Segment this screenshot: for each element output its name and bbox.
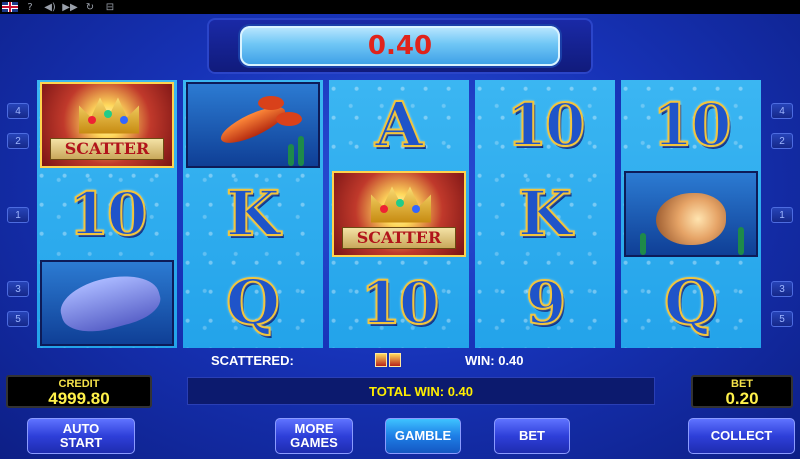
scattered-label: SCATTERED: — [211, 353, 294, 368]
scatter-symbol: SCATTER — [40, 81, 174, 168]
auto-start-button[interactable]: AUTO START — [27, 418, 135, 454]
reel-5: 10 Q — [621, 80, 761, 348]
bet-button[interactable]: BET — [494, 418, 570, 454]
bet-meter-value: 0.20 — [725, 389, 759, 408]
fast-play-button[interactable]: ▶▶ — [60, 0, 80, 14]
seaweed-icon — [298, 135, 304, 166]
reel-symbol: K — [183, 169, 323, 258]
reel-1: SCATTER 10 — [37, 80, 177, 348]
scatter-label: SCATTER — [342, 226, 456, 249]
shell-symbol — [624, 170, 758, 257]
reel-symbol: 10 — [475, 80, 615, 169]
line-marker-left: 1 — [7, 207, 29, 223]
lobster-symbol — [186, 81, 320, 168]
dolphin-symbol — [40, 259, 174, 346]
symbol-letter: A — [374, 87, 424, 161]
exit-button[interactable]: ⊟ — [100, 0, 120, 14]
refresh-button[interactable]: ↻ — [80, 0, 100, 14]
total-win-bar: TOTAL WIN: 0.40 — [187, 377, 655, 405]
gem-icon — [120, 115, 128, 124]
reel-symbol: 9 — [475, 258, 615, 347]
reel-symbol — [37, 258, 177, 347]
collect-button[interactable]: COLLECT — [688, 418, 795, 454]
bet-label: BET — [519, 428, 545, 443]
seaweed-icon — [738, 226, 744, 255]
symbol-number: 10 — [652, 90, 733, 159]
bet-meter: BET 0.20 — [691, 375, 793, 408]
symbol-number: 10 — [68, 179, 149, 248]
symbol-letter: K — [517, 176, 573, 250]
reel-symbol: 10 — [329, 258, 469, 347]
help-button[interactable]: ? — [20, 0, 40, 14]
shell-icon — [656, 192, 726, 245]
dolphin-icon — [55, 265, 165, 340]
seaweed-icon — [640, 232, 646, 255]
reel-symbol: A — [329, 80, 469, 169]
reel-symbol — [183, 80, 323, 169]
reels-area: SCATTER 10 K Q A SCATTER 10 10 K 9 10 Q — [37, 80, 763, 348]
reel-symbol: Q — [621, 258, 761, 347]
total-win-label: TOTAL WIN: 0.40 — [368, 383, 473, 399]
line-marker-left: 4 — [7, 103, 29, 119]
reel-4: 10 K 9 — [475, 80, 615, 348]
symbol-number: 9 — [525, 268, 567, 337]
gem-icon — [412, 204, 420, 213]
more-games-button[interactable]: MORE GAMES — [275, 418, 353, 454]
reel-symbol: 10 — [621, 80, 761, 169]
gamble-button[interactable]: GAMBLE — [385, 418, 461, 454]
symbol-number: 10 — [360, 268, 441, 337]
reel-symbol: Q — [183, 258, 323, 347]
uk-flag-icon — [2, 2, 18, 12]
win-label: WIN: 0.40 — [465, 353, 524, 368]
top-toolbar: ? ◀) ▶▶ ↻ ⊟ — [0, 0, 800, 14]
lobster-claw-icon — [276, 111, 302, 126]
line-marker-left: 2 — [7, 133, 29, 149]
line-marker-right: 4 — [771, 103, 793, 119]
reel-3: A SCATTER 10 — [329, 80, 469, 348]
seaweed-icon — [288, 143, 294, 166]
scatter-mini-icon — [375, 353, 387, 367]
reel-symbol — [621, 169, 761, 258]
scatter-symbol: SCATTER — [332, 170, 466, 257]
line-marker-left: 3 — [7, 281, 29, 297]
credit-value: 4999.80 — [48, 389, 110, 408]
symbol-letter: K — [225, 176, 281, 250]
scatter-mini-icon — [389, 353, 401, 367]
auto-start-label: AUTO START — [59, 421, 103, 450]
collect-label: COLLECT — [710, 428, 773, 443]
reel-symbol: K — [475, 169, 615, 258]
line-marker-right: 5 — [771, 311, 793, 327]
reel-symbol: SCATTER — [329, 169, 469, 258]
gem-icon — [104, 109, 112, 118]
symbol-letter: Q — [663, 265, 719, 339]
reel-symbol: 10 — [37, 169, 177, 258]
language-button[interactable] — [0, 0, 20, 14]
win-display-value: 0.40 — [240, 26, 560, 66]
sound-button[interactable]: ◀) — [40, 0, 60, 14]
lobster-claw-icon — [258, 95, 284, 110]
symbol-letter: Q — [225, 265, 281, 339]
line-marker-left: 5 — [7, 311, 29, 327]
gem-icon — [380, 204, 388, 213]
reel-symbol: SCATTER — [37, 80, 177, 169]
line-marker-right: 2 — [771, 133, 793, 149]
line-marker-right: 1 — [771, 207, 793, 223]
symbol-number: 10 — [506, 90, 587, 159]
gem-icon — [88, 115, 96, 124]
more-games-label: MORE GAMES — [290, 421, 338, 450]
gamble-label: GAMBLE — [394, 428, 452, 443]
gem-icon — [396, 198, 404, 207]
scatter-label: SCATTER — [50, 137, 164, 160]
credit-meter: CREDIT 4999.80 — [6, 375, 152, 408]
reel-2: KQ — [183, 80, 323, 348]
line-marker-right: 3 — [771, 281, 793, 297]
